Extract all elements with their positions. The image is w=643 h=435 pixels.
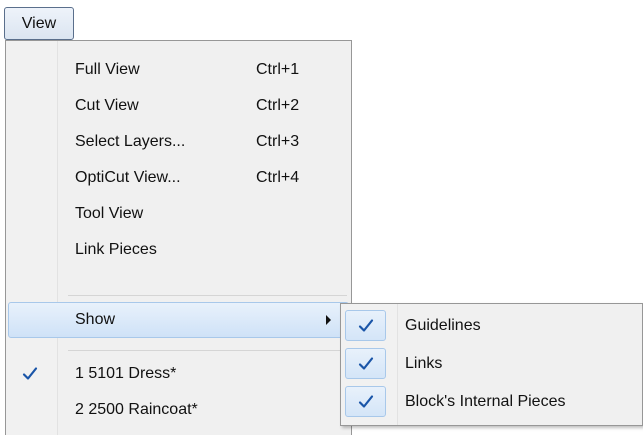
menu-item-opticut-view[interactable]: OptiCut View... Ctrl+4 — [6, 160, 351, 196]
menu-item-shortcut: Ctrl+1 — [256, 61, 300, 78]
checkmark-icon — [358, 319, 374, 332]
submenu-item-label: Links — [405, 354, 443, 372]
menu-item-shortcut: Ctrl+3 — [256, 133, 300, 150]
checkmark-icon — [358, 357, 374, 370]
view-menu-button[interactable]: View — [4, 7, 74, 40]
menu-item-link-pieces[interactable]: Link Pieces — [6, 232, 351, 268]
menu-item-recent-1[interactable]: 1 5101 Dress* — [6, 356, 351, 392]
show-submenu: Guidelines Links Block's Internal Pieces — [340, 303, 643, 426]
checkmark-icon — [358, 395, 374, 408]
menu-item-label: Link Pieces — [75, 241, 157, 258]
menu-separator — [68, 295, 347, 296]
submenu-item-label: Block's Internal Pieces — [405, 392, 566, 410]
menu-item-label: 2 2500 Raincoat* — [75, 401, 198, 418]
menu-item-full-view[interactable]: Full View Ctrl+1 — [6, 52, 351, 88]
submenu-item-label: Guidelines — [405, 316, 481, 334]
app-root: View Full View Ctrl+1 Cut View Ctrl+2 Se… — [0, 0, 643, 435]
menu-item-show[interactable]: Show — [6, 302, 351, 338]
menu-item-cut-view[interactable]: Cut View Ctrl+2 — [6, 88, 351, 124]
submenu-item-guidelines[interactable]: Guidelines — [341, 307, 642, 344]
submenu-item-block-internal-pieces[interactable]: Block's Internal Pieces — [341, 383, 642, 420]
menu-item-shortcut: Ctrl+4 — [256, 169, 300, 186]
view-menu: Full View Ctrl+1 Cut View Ctrl+2 Select … — [5, 40, 352, 435]
menu-item-highlight — [8, 302, 349, 338]
menu-item-label: Select Layers... — [75, 133, 186, 150]
menu-item-tool-view[interactable]: Tool View — [6, 196, 351, 232]
check-box — [345, 386, 386, 417]
menu-item-label: Full View — [75, 61, 140, 78]
menu-item-recent-2[interactable]: 2 2500 Raincoat* — [6, 392, 351, 428]
menu-item-label: OptiCut View... — [75, 169, 181, 186]
check-box — [345, 348, 386, 379]
checkmark-icon — [21, 365, 39, 383]
check-box — [345, 310, 386, 341]
menu-item-label: Show — [75, 311, 116, 328]
menu-item-label: 1 5101 Dress* — [75, 365, 177, 382]
submenu-item-links[interactable]: Links — [341, 345, 642, 382]
menu-separator — [68, 350, 347, 351]
menu-item-select-layers[interactable]: Select Layers... Ctrl+3 — [6, 124, 351, 160]
chevron-right-icon — [326, 315, 331, 325]
menu-item-label: Cut View — [75, 97, 139, 114]
menu-item-label: Tool View — [75, 205, 144, 222]
menu-item-shortcut: Ctrl+2 — [256, 97, 300, 114]
